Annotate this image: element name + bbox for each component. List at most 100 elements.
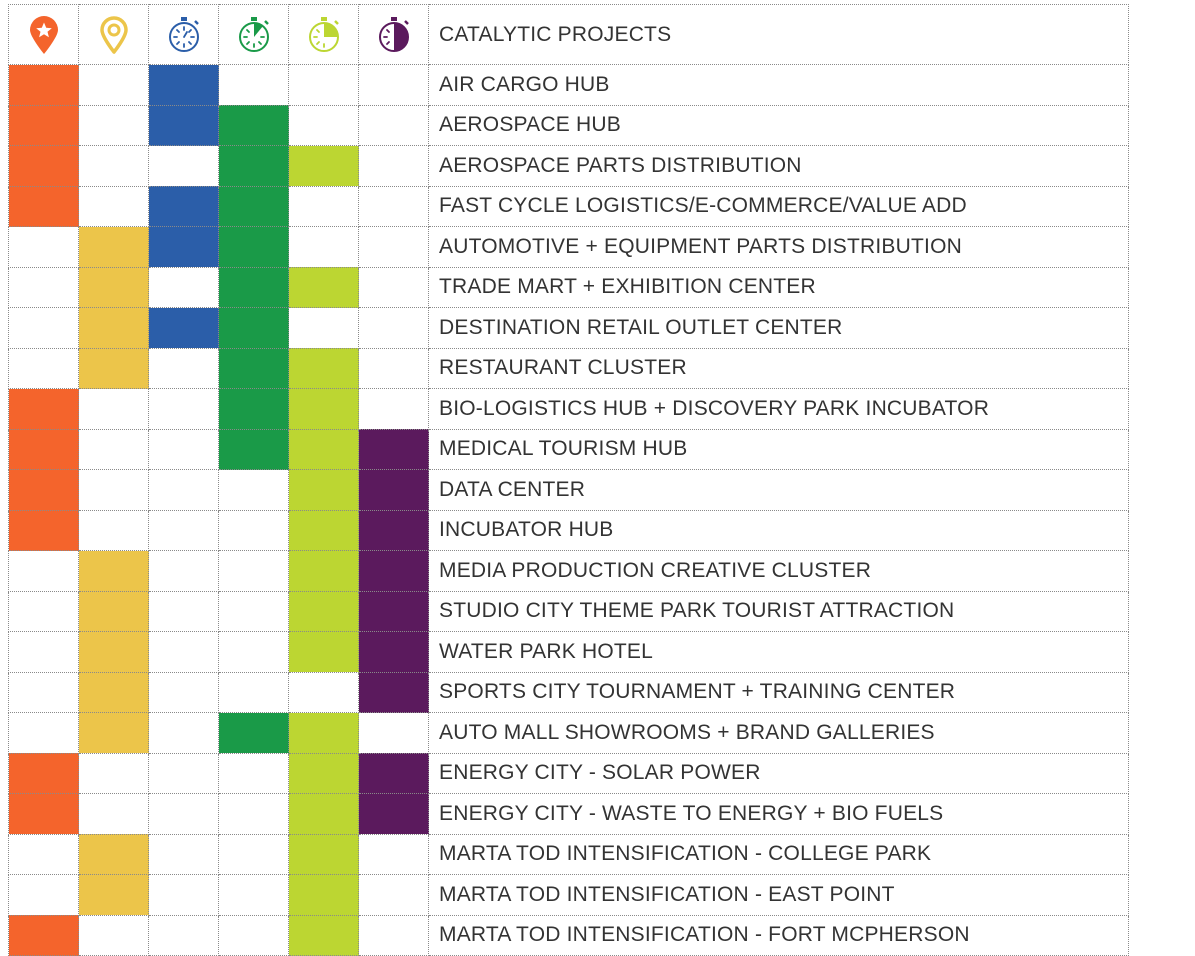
empty-cell [148,509,219,551]
header-icon-cell [78,4,149,65]
project-label: FAST CYCLE LOGISTICS/E-COMMERCE/VALUE AD… [428,185,1129,227]
empty-cell [288,104,359,146]
table-row: AIR CARGO HUB [8,64,1129,106]
empty-cell [148,631,219,673]
empty-cell [358,833,429,875]
empty-cell [218,64,289,106]
empty-cell [148,145,219,187]
project-label: SPORTS CITY TOURNAMENT + TRAINING CENTER [428,671,1129,713]
filled-cell [358,550,429,592]
filled-cell [288,712,359,754]
stopwatch-lime-icon [308,16,339,52]
header-icon-cell [358,4,429,65]
empty-cell [218,550,289,592]
empty-cell [8,671,79,713]
empty-cell [8,833,79,875]
filled-cell [358,469,429,511]
table-row: AEROSPACE PARTS DISTRIBUTION [8,145,1129,187]
empty-cell [288,64,359,106]
filled-cell [288,347,359,389]
empty-cell [358,104,429,146]
empty-cell [78,793,149,835]
empty-cell [8,347,79,389]
empty-cell [218,469,289,511]
filled-cell [288,388,359,430]
table-row: FAST CYCLE LOGISTICS/E-COMMERCE/VALUE AD… [8,185,1129,227]
filled-cell [78,631,149,673]
empty-cell [78,145,149,187]
empty-cell [8,550,79,592]
filled-cell [8,428,79,470]
empty-cell [358,185,429,227]
empty-cell [148,914,219,956]
empty-cell [148,793,219,835]
filled-cell [288,145,359,187]
empty-cell [78,428,149,470]
empty-cell [358,307,429,349]
empty-cell [358,388,429,430]
empty-cell [148,671,219,713]
filled-cell [288,266,359,308]
empty-cell [148,833,219,875]
filled-cell [78,307,149,349]
stopwatch-green-icon [238,16,269,52]
project-label: MEDICAL TOURISM HUB [428,428,1129,470]
empty-cell [218,874,289,916]
empty-cell [8,226,79,268]
filled-cell [78,874,149,916]
table-row: ENERGY CITY - SOLAR POWER [8,752,1129,794]
filled-cell [8,104,79,146]
empty-cell [218,833,289,875]
filled-cell [358,631,429,673]
empty-cell [78,64,149,106]
filled-cell [148,185,219,227]
map-pin-outline-icon [99,15,128,54]
table-row: MEDICAL TOURISM HUB [8,428,1129,470]
table-row: BIO-LOGISTICS HUB + DISCOVERY PARK INCUB… [8,388,1129,430]
filled-cell [78,712,149,754]
empty-cell [288,226,359,268]
table-row: MARTA TOD INTENSIFICATION - EAST POINT [8,874,1129,916]
empty-cell [218,631,289,673]
filled-cell [288,752,359,794]
filled-cell [8,914,79,956]
empty-cell [358,226,429,268]
project-label: INCUBATOR HUB [428,509,1129,551]
filled-cell [358,671,429,713]
empty-cell [8,631,79,673]
empty-cell [148,874,219,916]
table-row: STUDIO CITY THEME PARK TOURIST ATTRACTIO… [8,590,1129,632]
empty-cell [148,388,219,430]
filled-cell [218,307,289,349]
project-label: ENERGY CITY - WASTE TO ENERGY + BIO FUEL… [428,793,1129,835]
empty-cell [148,590,219,632]
empty-cell [8,874,79,916]
empty-cell [218,671,289,713]
filled-cell [358,793,429,835]
empty-cell [148,712,219,754]
empty-cell [148,550,219,592]
filled-cell [288,428,359,470]
filled-cell [148,307,219,349]
table-row: DESTINATION RETAIL OUTLET CENTER [8,307,1129,349]
filled-cell [8,752,79,794]
empty-cell [78,104,149,146]
table-row: MEDIA PRODUCTION CREATIVE CLUSTER [8,550,1129,592]
filled-cell [288,914,359,956]
filled-cell [218,347,289,389]
empty-cell [218,509,289,551]
table-row: SPORTS CITY TOURNAMENT + TRAINING CENTER [8,671,1129,713]
filled-cell [78,833,149,875]
empty-cell [8,307,79,349]
filled-cell [8,793,79,835]
filled-cell [288,793,359,835]
filled-cell [288,469,359,511]
table-row: INCUBATOR HUB [8,509,1129,551]
stopwatch-blue-icon [168,16,199,52]
filled-cell [218,428,289,470]
filled-cell [78,266,149,308]
empty-cell [288,307,359,349]
table-title: CATALYTIC PROJECTS [428,4,1129,65]
project-label: AEROSPACE HUB [428,104,1129,146]
project-label: WATER PARK HOTEL [428,631,1129,673]
